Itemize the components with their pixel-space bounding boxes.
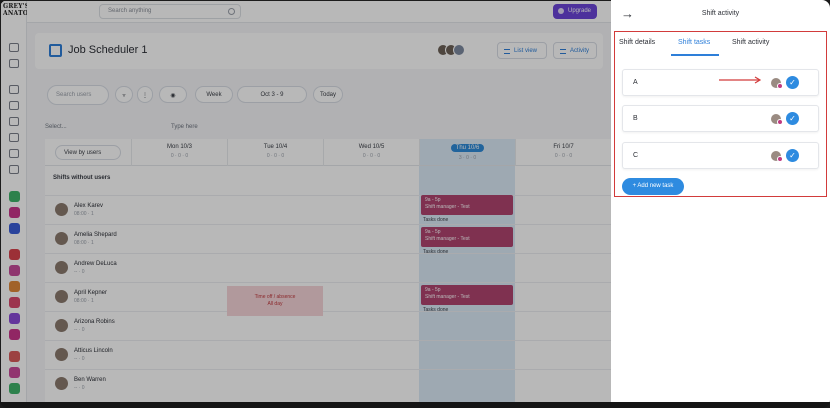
- assignee-avatar[interactable]: [771, 151, 783, 162]
- assignee-avatar[interactable]: [771, 78, 783, 89]
- bottom-strip: [0, 402, 830, 408]
- check-icon[interactable]: ✓: [786, 76, 799, 89]
- task-label: B: [633, 115, 638, 122]
- assignee-badge-icon: [777, 156, 783, 162]
- modal-backdrop[interactable]: [1, 1, 611, 402]
- add-new-task-button[interactable]: + Add new task: [622, 178, 684, 195]
- active-tab-underline: [671, 54, 719, 56]
- assignee-badge-icon: [777, 119, 783, 125]
- panel-tabs: Shift details Shift tasks Shift activity: [617, 37, 824, 57]
- check-icon[interactable]: ✓: [786, 112, 799, 125]
- tab-shift-tasks[interactable]: Shift tasks: [678, 39, 710, 46]
- tab-shift-details[interactable]: Shift details: [619, 39, 655, 46]
- annotation-arrow-icon: [719, 76, 762, 84]
- screenshot-frame: GREY'S ANATOMY Search anything Upgrade J…: [0, 0, 830, 408]
- assignee-badge-icon: [777, 83, 783, 89]
- job-scheduler-app: GREY'S ANATOMY Search anything Upgrade J…: [1, 1, 611, 402]
- task-item[interactable]: B ✓: [622, 105, 819, 132]
- highlight-box: Shift details Shift tasks Shift activity…: [614, 31, 827, 197]
- tab-shift-activity[interactable]: Shift activity: [732, 39, 769, 46]
- task-label: A: [633, 79, 638, 86]
- check-icon[interactable]: ✓: [786, 149, 799, 162]
- task-label: C: [633, 152, 639, 159]
- assignee-avatar[interactable]: [771, 114, 783, 125]
- task-item[interactable]: C ✓: [622, 142, 819, 169]
- panel-title: Shift activity: [701, 10, 740, 17]
- shift-activity-panel: → Shift activity Shift details Shift tas…: [611, 0, 830, 402]
